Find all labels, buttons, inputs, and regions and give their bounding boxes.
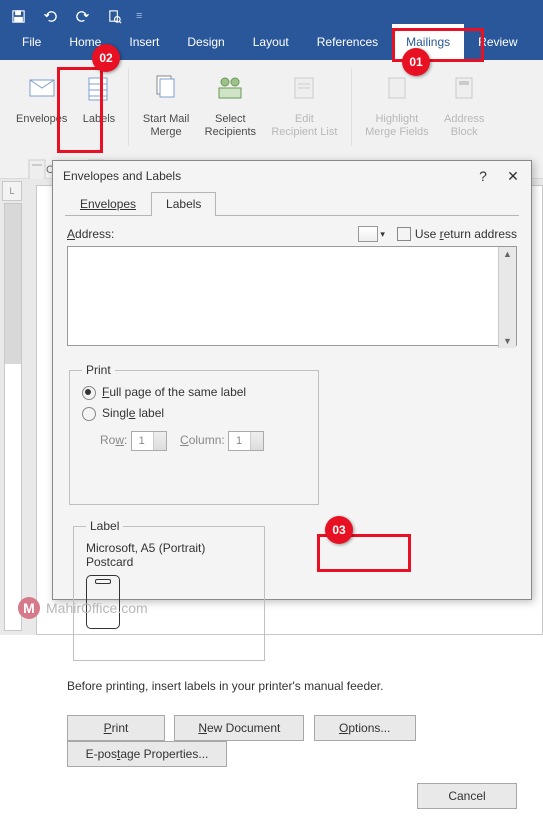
label-vendor: Microsoft, A5 (Portrait): [86, 541, 252, 555]
full-page-label: ull page of the same label: [109, 385, 246, 399]
envelopes-labels-dialog: Envelopes and Labels ? ✕ Envelopes Label…: [52, 160, 532, 600]
column-spinner: 1: [228, 431, 264, 451]
new-document-button[interactable]: New Document: [174, 715, 304, 741]
tab-envelopes[interactable]: Envelopes: [65, 192, 151, 216]
scrollbar[interactable]: ▲▼: [498, 247, 516, 348]
tab-review[interactable]: Review: [464, 24, 531, 60]
addr-block-label: Address Block: [444, 113, 484, 139]
select-recipients-button[interactable]: Select Recipients: [199, 66, 262, 141]
single-label-text: Single label: [102, 406, 164, 420]
tab-references[interactable]: References: [303, 24, 392, 60]
ruler-corner[interactable]: L: [2, 181, 22, 201]
help-button[interactable]: ?: [475, 168, 491, 184]
callout-02: 02: [92, 44, 120, 72]
edit-recipient-list-button: Edit Recipient List: [265, 66, 343, 141]
dialog-titlebar: Envelopes and Labels ? ✕: [53, 161, 531, 191]
close-button[interactable]: ✕: [505, 168, 521, 185]
address-textarea[interactable]: [67, 246, 517, 346]
labels-label: Labels: [83, 113, 115, 126]
single-label-radio[interactable]: [82, 407, 96, 421]
tab-labels[interactable]: Labels: [151, 192, 216, 216]
options-button[interactable]: Options...: [314, 715, 416, 741]
cancel-button[interactable]: Cancel: [417, 783, 517, 809]
label-product: Postcard: [86, 555, 252, 569]
use-return-label: Use return address: [415, 227, 517, 241]
tab-layout[interactable]: Layout: [239, 24, 303, 60]
full-page-radio[interactable]: [82, 386, 96, 400]
tab-design[interactable]: Design: [173, 24, 238, 60]
epostage-button[interactable]: E-postage Properties...: [67, 741, 227, 767]
labels-button[interactable]: Labels: [77, 66, 121, 128]
address-label: Address:: [67, 227, 114, 241]
start-mail-merge-button[interactable]: Start Mail Merge: [137, 66, 195, 141]
select-rec-label: Select Recipients: [205, 113, 256, 139]
tab-insert[interactable]: Insert: [115, 24, 173, 60]
start-mm-label: Start Mail Merge: [143, 113, 189, 139]
watermark-logo-icon: M: [18, 597, 40, 619]
tab-file[interactable]: File: [8, 24, 55, 60]
callout-03: 03: [325, 516, 353, 544]
undo-icon[interactable]: [40, 6, 60, 26]
col-label: Column:: [180, 433, 225, 447]
label-fieldset[interactable]: Label Microsoft, A5 (Portrait) Postcard: [73, 519, 265, 661]
watermark: M MahirOffice.com: [18, 597, 148, 619]
callout-01: 01: [402, 48, 430, 76]
redo-icon[interactable]: [72, 6, 92, 26]
envelopes-label: Envelopes: [16, 113, 67, 126]
dialog-tabs: Envelopes Labels: [65, 191, 519, 216]
label-legend: Label: [86, 519, 123, 533]
dialog-title: Envelopes and Labels: [63, 169, 181, 183]
print-fieldset: Print Full page of the same label Single…: [69, 363, 319, 505]
use-return-checkbox[interactable]: [397, 227, 411, 241]
ribbon-tabs: File Home Insert Design Layout Reference…: [0, 32, 543, 60]
row-label: Row:: [100, 433, 127, 447]
print-button[interactable]: Print: [67, 715, 165, 741]
watermark-text: MahirOffice.com: [46, 600, 148, 616]
address-book-dropdown-icon[interactable]: ▾: [380, 229, 385, 240]
save-icon[interactable]: [8, 6, 28, 26]
hl-mf-label: Highlight Merge Fields: [365, 113, 429, 139]
edit-rl-label: Edit Recipient List: [271, 113, 337, 139]
envelopes-button[interactable]: Envelopes: [10, 66, 73, 128]
print-legend: Print: [82, 363, 115, 377]
qat-more[interactable]: ≡: [136, 10, 142, 22]
feeder-note: Before printing, insert labels in your p…: [67, 679, 517, 693]
scroll-up-icon[interactable]: ▲: [501, 247, 514, 261]
highlight-merge-fields-button: Highlight Merge Fields: [359, 66, 435, 141]
print-preview-icon[interactable]: [104, 6, 124, 26]
row-spinner: 1: [131, 431, 167, 451]
scroll-down-icon[interactable]: ▼: [501, 334, 514, 348]
address-book-icon[interactable]: [358, 226, 378, 242]
address-block-button: Address Block: [438, 66, 490, 141]
vertical-ruler: [4, 203, 22, 631]
